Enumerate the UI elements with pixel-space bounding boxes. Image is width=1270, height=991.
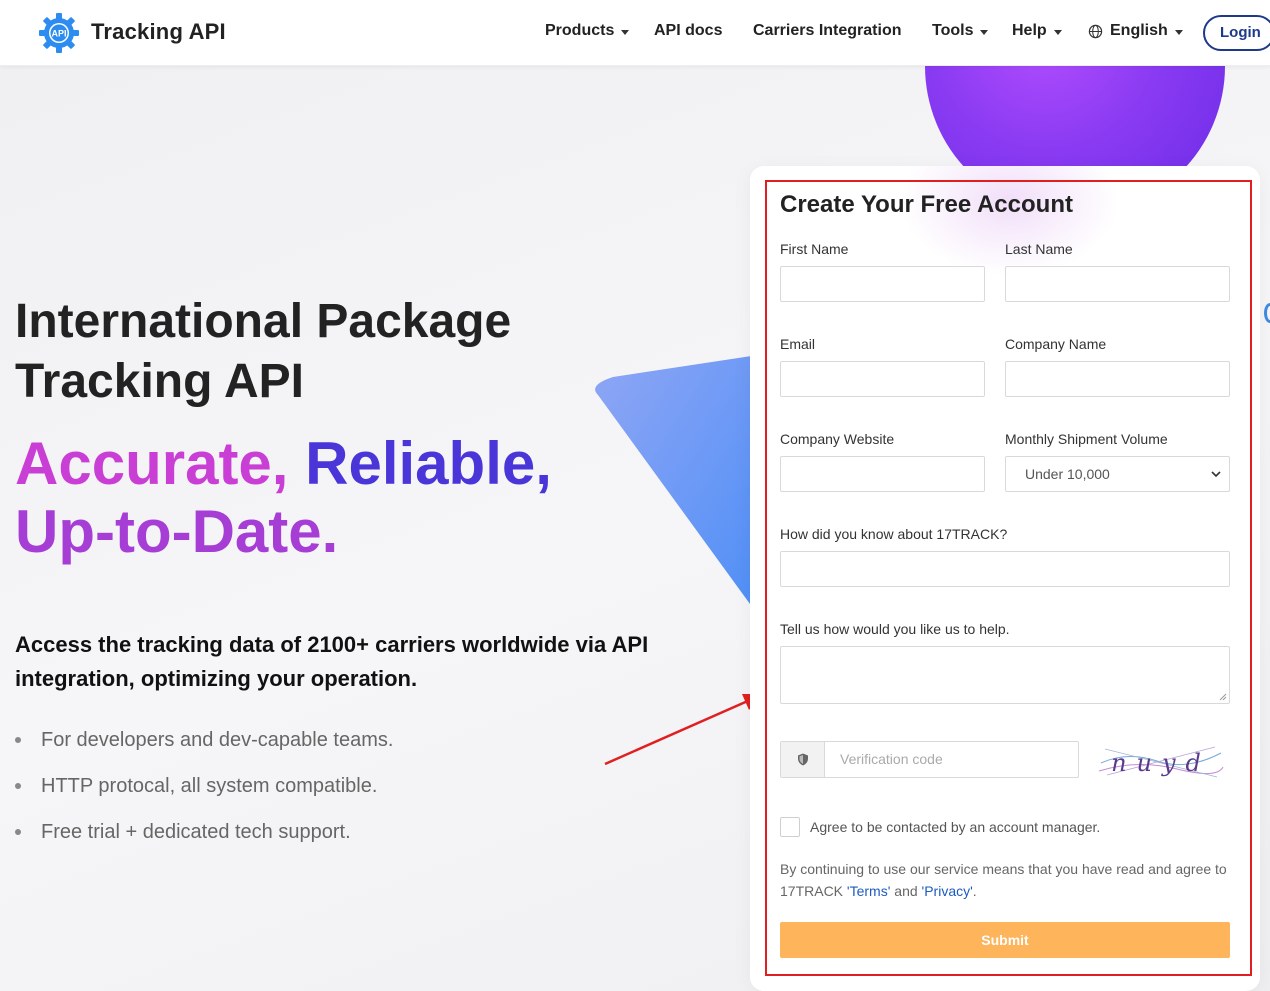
privacy-link[interactable]: 'Privacy': [922, 883, 973, 899]
shipment-volume-label: Monthly Shipment Volume: [1005, 431, 1168, 447]
language-selector[interactable]: English: [1088, 22, 1183, 40]
verification-code-input[interactable]: Verification code: [825, 742, 1078, 777]
language-label: English: [1110, 22, 1168, 39]
chevron-down-icon: [1174, 29, 1183, 35]
globe-icon: [1088, 24, 1103, 38]
company-website-label: Company Website: [780, 431, 895, 447]
submit-button[interactable]: Submit: [780, 922, 1230, 958]
captcha-text: nuyd: [1111, 749, 1211, 777]
hero-description: Access the tracking data of 2100+ carrie…: [15, 632, 649, 691]
company-name-field[interactable]: [1005, 361, 1230, 397]
last-name-field[interactable]: [1005, 266, 1230, 302]
nav-products-label: Products: [545, 22, 615, 39]
tagline-reliable: Reliable,: [288, 430, 552, 497]
chevron-down-icon: [1053, 29, 1062, 35]
nav-tools-label: Tools: [932, 22, 974, 39]
terms-suffix: .: [972, 883, 977, 899]
hero-tagline: Accurate, Reliable, Up-to-Date.: [15, 430, 615, 566]
logo-text: API: [51, 29, 66, 39]
source-label: How did you know about 17TRACK?: [780, 526, 1008, 542]
login-button[interactable]: Login: [1203, 15, 1270, 51]
api-gear-logo-icon[interactable]: API: [38, 12, 80, 54]
list-item: HTTP protocal, all system compatible.: [15, 772, 393, 818]
company-website-field[interactable]: [780, 456, 985, 492]
company-name-label: Company Name: [1005, 336, 1107, 352]
last-name-label: Last Name: [1005, 241, 1073, 257]
nav-api-docs-label: API docs: [654, 22, 723, 39]
nav-api-docs[interactable]: API docs: [654, 22, 722, 40]
chevron-down-icon: [980, 29, 989, 35]
edge-widget-icon[interactable]: [1264, 303, 1270, 323]
agree-checkbox[interactable]: [780, 817, 800, 837]
card-glow-decoration: [900, 166, 1120, 276]
feature-text: HTTP protocal, all system compatible.: [41, 775, 378, 797]
page-title: International Package Tracking API: [15, 292, 615, 412]
feature-text: Free trial + dedicated tech support.: [41, 821, 351, 843]
captcha-image[interactable]: nuyd: [1097, 741, 1225, 781]
resize-handle-icon[interactable]: [1219, 693, 1227, 701]
feature-text: For developers and dev-capable teams.: [41, 729, 394, 751]
agree-label[interactable]: Agree to be contacted by an account mana…: [810, 819, 1100, 835]
terms-notice: By continuing to use our service means t…: [780, 858, 1240, 902]
shield-icon: [797, 753, 808, 766]
first-name-label: First Name: [780, 241, 849, 257]
shipment-volume-select[interactable]: Under 10,000: [1005, 456, 1230, 492]
source-field[interactable]: [780, 551, 1230, 587]
brand-title[interactable]: Tracking API: [91, 19, 226, 45]
tagline-accurate: Accurate,: [15, 430, 289, 497]
nav-products[interactable]: Products: [545, 22, 630, 40]
nav-carriers-label: Carriers Integration: [753, 22, 902, 39]
title-line-1: International Package: [15, 295, 512, 348]
tagline-up-to-date: Up-to-Date.: [15, 498, 339, 565]
list-item: Free trial + dedicated tech support.: [15, 818, 393, 864]
bullet-icon: [15, 783, 21, 789]
bullet-icon: [15, 829, 21, 835]
form-title: Create Your Free Account: [780, 191, 1073, 218]
terms-link[interactable]: 'Terms': [847, 883, 890, 899]
terms-and: and: [890, 883, 922, 899]
verification-group: Verification code: [780, 741, 1079, 778]
feature-list: For developers and dev-capable teams. HT…: [15, 726, 393, 864]
verification-addon: [781, 742, 825, 777]
first-name-field[interactable]: [780, 266, 985, 302]
blue-triangle-decoration: [595, 355, 758, 615]
help-label: Tell us how would you like us to help.: [780, 621, 1010, 637]
nav-carriers-integration[interactable]: Carriers Integration: [753, 22, 901, 40]
title-line-2: Tracking API: [15, 355, 304, 408]
nav-help-label: Help: [1012, 22, 1047, 39]
top-navbar: API Tracking API Products API docs Carri…: [0, 0, 1270, 66]
nav-tools[interactable]: Tools: [932, 22, 989, 40]
red-arrow-annotation: [604, 694, 762, 766]
help-textarea[interactable]: [780, 646, 1230, 704]
bullet-icon: [15, 737, 21, 743]
nav-help[interactable]: Help: [1012, 22, 1062, 40]
chevron-down-icon: [621, 29, 630, 35]
chevron-down-icon: [1211, 471, 1221, 478]
list-item: For developers and dev-capable teams.: [15, 726, 393, 772]
shipment-volume-value: Under 10,000: [1025, 466, 1110, 482]
email-label: Email: [780, 336, 816, 352]
email-field[interactable]: [780, 361, 985, 397]
